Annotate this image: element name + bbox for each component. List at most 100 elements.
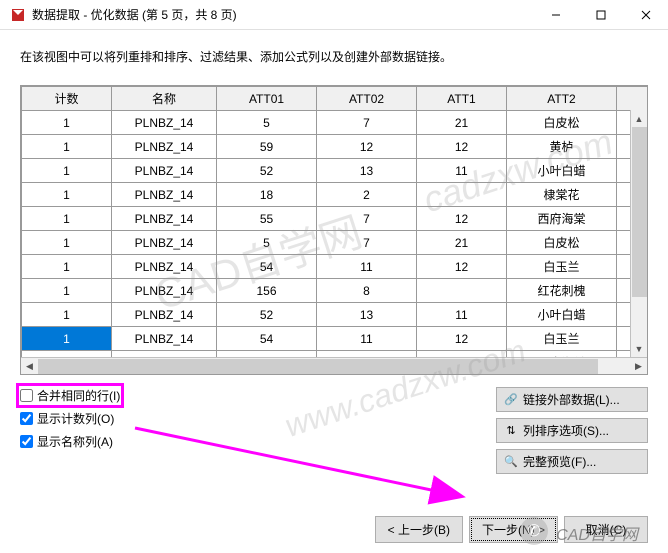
table-cell[interactable]: 54 — [217, 255, 317, 279]
scroll-thumb-horizontal[interactable] — [38, 359, 598, 374]
table-cell[interactable]: PLNBZ_14 — [112, 183, 217, 207]
table-cell[interactable]: 1 — [22, 207, 112, 231]
scroll-left-arrow[interactable]: ◀ — [21, 358, 38, 375]
column-header[interactable]: ATT02 — [317, 87, 417, 111]
column-header[interactable] — [617, 87, 648, 111]
table-cell[interactable]: 小叶白蜡 — [507, 159, 617, 183]
table-cell[interactable]: 5 — [217, 111, 317, 135]
scroll-right-arrow[interactable]: ▶ — [630, 358, 647, 375]
table-cell[interactable]: 1 — [22, 111, 112, 135]
table-cell[interactable]: 白皮松 — [507, 231, 617, 255]
full-preview-button[interactable]: 🔍完整预览(F)... — [496, 449, 648, 474]
table-row[interactable]: 1PLNBZ_145721白皮松 — [22, 231, 648, 255]
table-cell[interactable]: 21 — [417, 231, 507, 255]
table-row[interactable]: 1PLNBZ_14521311小叶白蜡H — [22, 159, 648, 183]
scroll-up-arrow[interactable]: ▲ — [631, 110, 647, 127]
table-cell[interactable]: 白玉兰 — [507, 255, 617, 279]
table-cell[interactable]: PLNBZ_14 — [112, 303, 217, 327]
table-row[interactable]: 1PLNBZ_14591212黄栌 — [22, 135, 648, 159]
table-row[interactable]: 1PLNBZ_14541112白玉兰 — [22, 255, 648, 279]
table-row[interactable]: 1PLNBZ_14541112白玉兰 — [22, 327, 648, 351]
table-cell[interactable]: 1 — [22, 183, 112, 207]
scroll-down-arrow[interactable]: ▼ — [631, 340, 647, 357]
table-cell[interactable]: 13 — [317, 303, 417, 327]
prev-button[interactable]: < 上一步(B) — [375, 516, 463, 543]
table-row[interactable]: 1PLNBZ_141568红花刺槐H — [22, 279, 648, 303]
column-header[interactable]: ATT01 — [217, 87, 317, 111]
vertical-scrollbar[interactable]: ▲ ▼ — [630, 110, 647, 357]
column-header[interactable]: ATT1 — [417, 87, 507, 111]
scroll-thumb-vertical[interactable] — [632, 127, 647, 297]
table-cell[interactable]: 52 — [217, 159, 317, 183]
table-cell[interactable]: 156 — [217, 279, 317, 303]
table-cell[interactable]: 59 — [217, 135, 317, 159]
table-cell[interactable]: 21 — [417, 111, 507, 135]
table-cell[interactable]: PLNBZ_14 — [112, 111, 217, 135]
table-cell[interactable]: 棣棠花 — [507, 183, 617, 207]
table-cell[interactable]: 52 — [217, 303, 317, 327]
table-cell[interactable]: 白玉兰 — [507, 327, 617, 351]
horizontal-scrollbar[interactable]: ◀ ▶ — [21, 357, 647, 374]
table-cell[interactable] — [417, 279, 507, 303]
table-cell[interactable]: 西府海棠 — [507, 207, 617, 231]
column-header[interactable]: ATT2 — [507, 87, 617, 111]
table-cell[interactable]: 55 — [217, 207, 317, 231]
table-cell[interactable]: 7 — [317, 231, 417, 255]
table-cell[interactable]: 13 — [317, 159, 417, 183]
data-table[interactable]: 计数名称ATT01ATT02ATT1ATT2 1PLNBZ_145721白皮松1… — [21, 86, 647, 357]
table-cell[interactable]: PLNBZ_14 — [112, 135, 217, 159]
table-cell[interactable]: 1 — [22, 279, 112, 303]
column-header[interactable]: 名称 — [112, 87, 217, 111]
minimize-button[interactable] — [533, 1, 578, 29]
table-cell[interactable]: 12 — [417, 327, 507, 351]
column-header[interactable]: 计数 — [22, 87, 112, 111]
column-sort-options-button[interactable]: ⇅列排序选项(S)... — [496, 418, 648, 443]
table-cell[interactable]: 8 — [317, 279, 417, 303]
link-external-data-button[interactable]: 🔗链接外部数据(L)... — [496, 387, 648, 412]
table-cell[interactable]: 1 — [22, 159, 112, 183]
table-cell[interactable]: 11 — [417, 159, 507, 183]
table-cell[interactable]: 11 — [317, 255, 417, 279]
table-row[interactable]: 1PLNBZ_14182棣棠花H — [22, 183, 648, 207]
table-cell[interactable]: PLNBZ_14 — [112, 327, 217, 351]
table-cell[interactable]: 黄栌 — [507, 135, 617, 159]
table-cell[interactable]: 1 — [22, 255, 112, 279]
table-cell[interactable]: 白皮松 — [507, 111, 617, 135]
table-cell[interactable]: 12 — [317, 135, 417, 159]
window-title: 数据提取 - 优化数据 (第 5 页，共 8 页) — [32, 6, 533, 23]
table-cell[interactable]: 11 — [417, 303, 507, 327]
table-row[interactable]: 1PLNBZ_14521311小叶白蜡H — [22, 303, 648, 327]
table-cell[interactable]: 18 — [217, 183, 317, 207]
table-cell[interactable]: PLNBZ_14 — [112, 279, 217, 303]
maximize-button[interactable] — [578, 1, 623, 29]
show-count-checkbox[interactable]: 显示计数列(O) — [20, 410, 120, 427]
table-cell[interactable]: PLNBZ_14 — [112, 231, 217, 255]
table-row[interactable]: 1PLNBZ_1455712西府海棠H — [22, 207, 648, 231]
cancel-button[interactable]: 取消(C) — [564, 516, 648, 543]
data-grid[interactable]: 计数名称ATT01ATT02ATT1ATT2 1PLNBZ_145721白皮松1… — [20, 85, 648, 375]
table-cell[interactable]: 12 — [417, 207, 507, 231]
table-cell[interactable]: 12 — [417, 255, 507, 279]
close-button[interactable] — [623, 1, 668, 29]
table-cell[interactable] — [417, 183, 507, 207]
table-cell[interactable]: 12 — [417, 135, 507, 159]
table-cell[interactable]: 红花刺槐 — [507, 279, 617, 303]
merge-rows-checkbox[interactable]: 合并相同的行(I) — [20, 387, 120, 404]
table-cell[interactable]: PLNBZ_14 — [112, 207, 217, 231]
table-cell[interactable]: 54 — [217, 327, 317, 351]
table-cell[interactable]: 1 — [22, 327, 112, 351]
show-name-checkbox[interactable]: 显示名称列(A) — [20, 433, 120, 450]
table-cell[interactable]: 1 — [22, 303, 112, 327]
table-cell[interactable]: 1 — [22, 135, 112, 159]
table-cell[interactable]: 5 — [217, 231, 317, 255]
table-cell[interactable]: 7 — [317, 111, 417, 135]
table-cell[interactable]: 11 — [317, 327, 417, 351]
table-row[interactable]: 1PLNBZ_145721白皮松 — [22, 111, 648, 135]
table-cell[interactable]: 2 — [317, 183, 417, 207]
table-cell[interactable]: PLNBZ_14 — [112, 255, 217, 279]
table-cell[interactable]: 1 — [22, 231, 112, 255]
table-cell[interactable]: 小叶白蜡 — [507, 303, 617, 327]
table-cell[interactable]: 7 — [317, 207, 417, 231]
link-icon: 🔗 — [503, 392, 519, 408]
table-cell[interactable]: PLNBZ_14 — [112, 159, 217, 183]
